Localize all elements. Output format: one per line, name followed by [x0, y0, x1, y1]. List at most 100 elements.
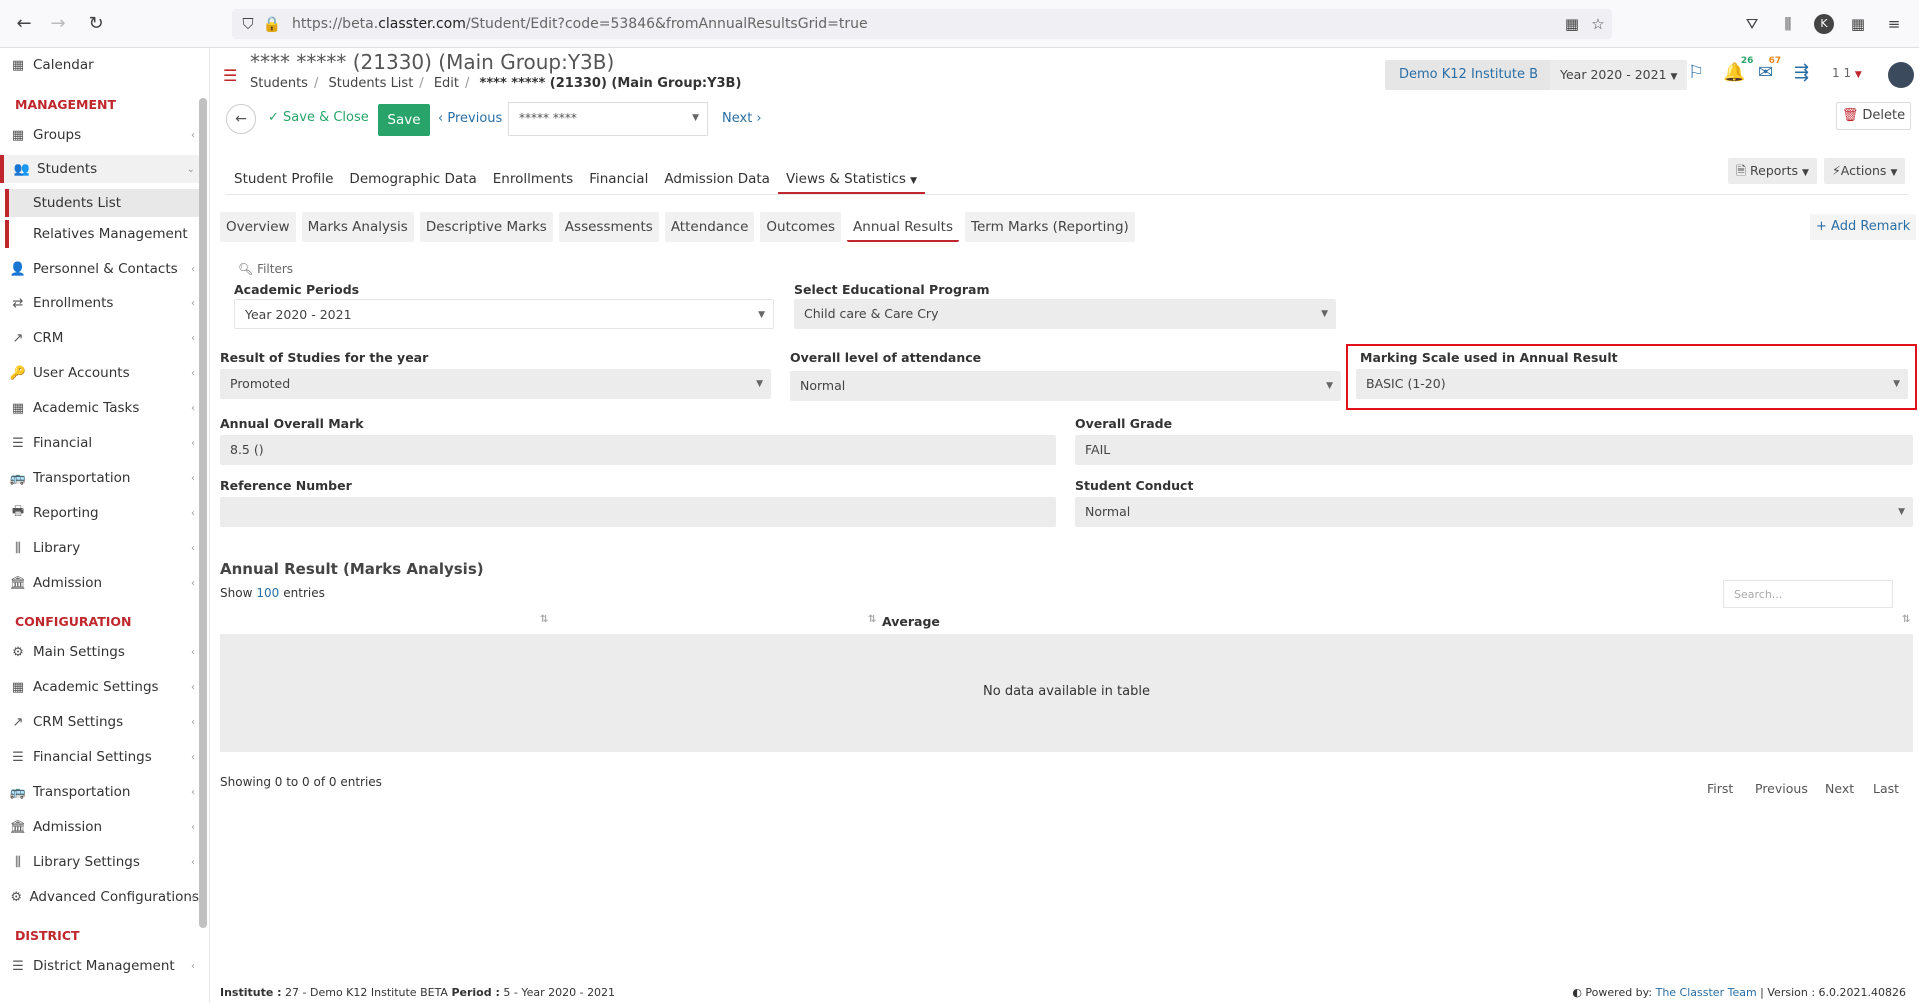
subtab-marks-analysis[interactable]: Marks Analysis [301, 212, 414, 242]
pocket-icon[interactable]: ⛛ [1742, 14, 1762, 34]
sidebar-item-personnel[interactable]: 👤 Personnel & Contacts ‹ [0, 255, 199, 283]
edu-program-select[interactable]: Child care & Care Cry ▼ [794, 299, 1336, 329]
save-button[interactable]: Save [378, 104, 430, 136]
user-count[interactable]: 1 1 ▼ [1832, 66, 1862, 80]
back-button[interactable]: ← [226, 104, 256, 134]
tab-student-profile[interactable]: Student Profile [226, 164, 341, 194]
hamburger-menu-icon[interactable]: ☰ [223, 66, 237, 85]
sidebar-item-transportation[interactable]: 🚌 Transportation ‹ [0, 464, 199, 492]
sidebar-item-admission-settings[interactable]: 🏛 Admission ‹ [0, 813, 199, 841]
previous-button[interactable]: ‹ Previous [438, 111, 502, 126]
reference-label: Reference Number [220, 478, 352, 493]
sidebar-subitem-students-list[interactable]: Students List [5, 189, 199, 217]
save-close-button[interactable]: ✓ Save & Close [268, 110, 369, 125]
actions-button[interactable]: ⚡Actions ▼ [1824, 158, 1906, 184]
address-bar[interactable]: ⛉ 🔒 https://beta.classter.com/Student/Ed… [232, 9, 1612, 39]
sidebar-item-library-settings[interactable]: ⫼ Library Settings ‹ [0, 848, 199, 876]
result-select[interactable]: Promoted ▼ [220, 369, 771, 399]
sidebar-item-district-management[interactable]: ☰ District Management ‹ [0, 952, 199, 980]
overall-grade-field[interactable]: FAIL [1075, 435, 1913, 465]
pager-last[interactable]: Last [1873, 781, 1899, 796]
subtab-annual-results[interactable]: Annual Results [847, 212, 960, 242]
menu-icon[interactable]: ≡ [1884, 14, 1904, 34]
forward-arrow-icon[interactable]: → [46, 12, 70, 36]
sidebar-item-transportation-settings[interactable]: 🚌 Transportation ‹ [0, 778, 199, 806]
entries-select[interactable]: 100 [256, 586, 279, 600]
breadcrumb-students-list[interactable]: Students List [328, 76, 413, 91]
mail-icon[interactable]: ✉ 67 [1758, 56, 1781, 83]
academic-periods-select[interactable]: Year 2020 - 2021 ▼ [234, 299, 774, 329]
tab-demographic-data[interactable]: Demographic Data [341, 164, 484, 194]
sidebar-item-financial-settings[interactable]: ☰ Financial Settings ‹ [0, 743, 199, 771]
reference-field[interactable] [220, 497, 1056, 527]
pager-next[interactable]: Next [1825, 781, 1854, 796]
institute-badge[interactable]: Demo K12 Institute B [1385, 60, 1552, 90]
star-icon[interactable]: ☆ [1588, 14, 1608, 34]
chevron-left-icon: ‹ [191, 786, 195, 798]
students-icon: 👥 [13, 161, 31, 177]
tab-enrollments[interactable]: Enrollments [485, 164, 581, 194]
breadcrumb-edit[interactable]: Edit [434, 76, 459, 91]
tab-financial[interactable]: Financial [581, 164, 656, 194]
sidebar-item-crm[interactable]: ↗ CRM ‹ [0, 324, 199, 352]
chevron-left-icon: ‹ [438, 111, 448, 126]
sort-icon[interactable]: ⇅ [540, 614, 548, 634]
sidebar-item-reporting[interactable]: 🖶 Reporting ‹ [0, 499, 199, 527]
subtab-term-marks[interactable]: Term Marks (Reporting) [965, 212, 1135, 242]
sort-icon[interactable]: ⇅ [868, 614, 876, 634]
back-arrow-icon[interactable]: ← [12, 12, 36, 36]
reload-icon[interactable]: ↻ [84, 12, 108, 36]
extensions-icon[interactable]: ▦ [1848, 14, 1868, 34]
subtab-descriptive-marks[interactable]: Descriptive Marks [419, 212, 553, 242]
library-icon[interactable]: ⫼ [1778, 14, 1798, 34]
tab-views-statistics[interactable]: Views & Statistics ▼ [777, 164, 926, 194]
qr-icon[interactable]: ▦ [1562, 14, 1582, 34]
sort-icon[interactable]: ⇅ [1902, 614, 1910, 634]
delete-button[interactable]: 🗑 Delete [1836, 102, 1911, 130]
avatar[interactable] [1888, 62, 1914, 88]
subtab-overview[interactable]: Overview [220, 212, 296, 242]
bell-icon[interactable]: 🔔 26 [1723, 56, 1753, 83]
search-icon: 🔍︎ [238, 262, 258, 276]
subtab-assessments[interactable]: Assessments [558, 212, 659, 242]
column-header-average[interactable]: Average [882, 614, 940, 634]
profile-icon[interactable]: K [1814, 14, 1834, 34]
table-search-input[interactable]: Search... [1723, 580, 1893, 608]
sidebar-item-admission[interactable]: 🏛 Admission ‹ [0, 569, 199, 597]
add-remark-button[interactable]: + Add Remark [1810, 214, 1917, 240]
sidebar-item-academic-tasks[interactable]: ▦ Academic Tasks ‹ [0, 394, 199, 422]
breadcrumb-students[interactable]: Students [250, 76, 308, 91]
sidebar-item-crm-settings[interactable]: ↗ CRM Settings ‹ [0, 708, 199, 736]
sidebar-item-financial[interactable]: ☰ Financial ‹ [0, 429, 199, 457]
attendance-label: Overall level of attendance [790, 350, 982, 365]
tasks-icon[interactable]: ⇶ [1794, 62, 1809, 83]
subtab-attendance[interactable]: Attendance [664, 212, 755, 242]
sidebar-item-library[interactable]: ⫼ Library ‹ [0, 534, 199, 562]
subtab-outcomes[interactable]: Outcomes [760, 212, 842, 242]
sidebar-subitem-relatives[interactable]: Relatives Management [5, 220, 199, 248]
marking-scale-select[interactable]: BASIC (1-20) ▼ [1356, 369, 1908, 399]
year-select[interactable]: Year 2020 - 2021 ▼ [1550, 60, 1688, 90]
attendance-select[interactable]: Normal ▼ [790, 371, 1341, 401]
conduct-select[interactable]: Normal ▼ [1075, 497, 1913, 527]
student-select[interactable]: ***** **** ▼ [508, 102, 708, 136]
sidebar-item-user-accounts[interactable]: 🔑 User Accounts ‹ [0, 359, 199, 387]
sidebar-item-students[interactable]: 👥 Students ⌄ [0, 155, 199, 183]
flag-icon[interactable]: ⚐ [1688, 62, 1704, 83]
sidebar-item-enrollments[interactable]: ⇄ Enrollments ‹ [0, 289, 199, 317]
sidebar-item-calendar[interactable]: ▦ Calendar [0, 51, 199, 79]
overall-mark-field[interactable]: 8.5 () [220, 435, 1056, 465]
sidebar-item-academic-settings[interactable]: ▦ Academic Settings ‹ [0, 673, 199, 701]
sidebar-item-main-settings[interactable]: ⚙ Main Settings ‹ [0, 638, 199, 666]
financial-icon: ☰ [12, 435, 24, 451]
reports-button[interactable]: 🗎 Reports ▼ [1728, 158, 1817, 184]
sidebar-scrollbar[interactable] [199, 98, 207, 928]
plus-icon: + [1816, 219, 1832, 234]
classter-team-link[interactable]: The Classter Team [1656, 986, 1757, 999]
sidebar-item-groups[interactable]: ▦ Groups ‹ [0, 121, 199, 149]
pager-first[interactable]: First [1707, 781, 1733, 796]
sidebar-item-advanced-config[interactable]: ⚙ Advanced Configurations ‹ [0, 883, 199, 911]
next-button[interactable]: Next › [722, 111, 762, 126]
pager-previous[interactable]: Previous [1755, 781, 1808, 796]
tab-admission-data[interactable]: Admission Data [656, 164, 778, 194]
